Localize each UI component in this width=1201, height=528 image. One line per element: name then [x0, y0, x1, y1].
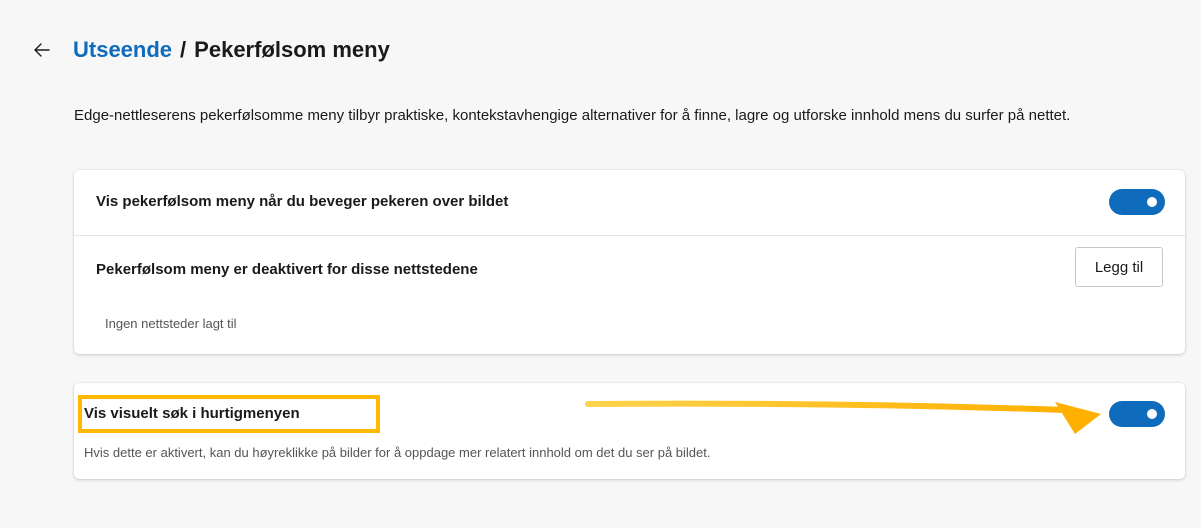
add-site-button[interactable]: Legg til [1075, 247, 1163, 287]
no-sites-text: Ingen nettsteder lagt til [105, 316, 237, 331]
visual-search-description: Hvis dette er aktivert, kan du høyreklik… [84, 445, 711, 460]
page-description: Edge-nettleserens pekerfølsomme meny til… [74, 107, 1071, 124]
visual-search-toggle[interactable] [1109, 401, 1165, 427]
page-title: Pekerfølsom meny [194, 37, 390, 62]
disabled-sites-label: Pekerfølsom meny er deaktivert for disse… [96, 261, 478, 278]
hover-menu-toggle[interactable] [1109, 189, 1165, 215]
hover-menu-card: Vis pekerfølsom meny når du beveger peke… [74, 170, 1185, 354]
page-header: Utseende / Pekerfølsom meny [33, 34, 390, 66]
hover-menu-toggle-row: Vis pekerfølsom meny når du beveger peke… [74, 170, 1185, 236]
visual-search-toggle-label: Vis visuelt søk i hurtigmenyen [84, 405, 300, 422]
arrow-left-icon[interactable] [33, 41, 51, 59]
breadcrumb-separator: / [180, 37, 187, 62]
hover-menu-toggle-label: Vis pekerfølsom meny når du beveger peke… [96, 193, 509, 210]
annotation-arrow-icon [585, 400, 1101, 434]
breadcrumb-link-appearance[interactable]: Utseende [73, 37, 172, 63]
